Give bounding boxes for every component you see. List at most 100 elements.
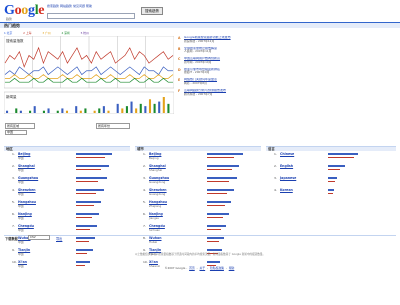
- news-volume-bar: [207, 168, 233, 171]
- rank-number: 3.: [274, 176, 277, 180]
- rank-name[interactable]: Japanese: [280, 176, 296, 180]
- news-volume-bar: [76, 216, 93, 219]
- rank-name[interactable]: Korean: [280, 188, 293, 192]
- column-header-languages: 语言: [266, 146, 396, 151]
- news-volume-bar: [139, 103, 142, 113]
- rank-name[interactable]: Chinese: [280, 152, 294, 156]
- rank-number: 2.: [274, 164, 277, 168]
- search-volume-bar: [207, 177, 237, 179]
- google-logo[interactable]: Google: [4, 4, 45, 18]
- news-item[interactable]: E 网络热门关键词年度盘点 网易 - 2007年8月: [178, 78, 318, 85]
- news-volume-bar: [76, 240, 89, 243]
- subregion-select[interactable]: 中国: [5, 130, 27, 135]
- export-format-select[interactable]: CSV: [28, 235, 50, 240]
- news-volume-bar: [107, 110, 110, 113]
- news-volume-bar: [130, 101, 133, 113]
- rank-row[interactable]: 2. English: [266, 164, 396, 176]
- time-range-select[interactable]: 所有年份: [96, 123, 130, 129]
- news-volume-bar: [207, 192, 227, 195]
- search-button[interactable]: 搜索趋势: [141, 7, 163, 15]
- news-volume-bar: [121, 108, 124, 113]
- header-link[interactable]: 常见问题: [73, 4, 85, 8]
- news-volume-bar: [76, 228, 91, 231]
- rank-row[interactable]: 4. Korean: [266, 188, 396, 200]
- news-item[interactable]: B 全球搜索量统计报告解读 人民网 - 2007年11月: [178, 47, 318, 54]
- export-link[interactable]: 导出: [56, 236, 62, 241]
- rank-sub: Sichuan: [149, 228, 161, 232]
- news-source: 新浪科技 - 2007年12月: [184, 38, 215, 43]
- languages-list: 1. Chinese 2. English 3. Japanese 4. Korean: [266, 152, 396, 200]
- search-volume-bar: [207, 201, 232, 203]
- rank-row[interactable]: 1. Beijing Beijing: [135, 152, 261, 164]
- rank-row[interactable]: 8. Wuhan Hubei: [135, 236, 261, 248]
- rank-name[interactable]: English: [280, 164, 293, 168]
- news-volume-bar: [162, 97, 165, 113]
- rank-number: 6.: [12, 212, 15, 216]
- news-volume-bar: [135, 108, 138, 113]
- page-title: 热门趋势: [4, 23, 20, 28]
- rank-row[interactable]: 3. Guangzhou 中国: [4, 176, 130, 188]
- rank-number: 7.: [143, 224, 146, 228]
- rank-row[interactable]: 5. Hangzhou 中国: [4, 200, 130, 212]
- search-volume-bar: [76, 261, 91, 263]
- region-select[interactable]: 所有区域: [5, 123, 35, 129]
- header-link[interactable]: 帮助: [86, 4, 92, 8]
- news-volume-bar: [207, 216, 223, 219]
- logo-subtitle: 趋势: [6, 17, 13, 21]
- header-link[interactable]: 搜索趋势: [47, 4, 59, 8]
- rank-row[interactable]: 8. Wuhan 中国: [4, 236, 130, 248]
- search-input[interactable]: [47, 13, 135, 19]
- news-item[interactable]: A Google新版搜索趋势功能上线发布 新浪科技 - 2007年12月: [178, 36, 318, 43]
- header-link[interactable]: 网站趋势: [60, 4, 72, 8]
- news-volume-bar: [75, 106, 78, 113]
- legend-item[interactable]: 3 广州: [42, 31, 50, 35]
- search-volume-bar: [207, 165, 240, 167]
- footer-link[interactable]: 首页: [189, 266, 195, 270]
- rank-row[interactable]: 2. Shanghai Shanghai: [135, 164, 261, 176]
- rank-sub: 中国: [18, 240, 24, 244]
- news-item[interactable]: F 互联网趋势分析与预测报告发布 腾讯科技 - 2007年7月: [178, 89, 318, 96]
- news-volume-bar: [76, 156, 105, 159]
- rank-sub: Zhejiang: [149, 204, 162, 208]
- search-volume-bar: [76, 189, 105, 191]
- title-bar: 热门趋势: [0, 22, 400, 28]
- rank-row[interactable]: 6. Nanjing 中国: [4, 212, 130, 224]
- rank-row[interactable]: 1. Beijing 中国: [4, 152, 130, 164]
- rank-row[interactable]: 1. Chinese: [266, 152, 396, 164]
- rank-row[interactable]: 3. Guangzhou Guangdong: [135, 176, 261, 188]
- news-volume-bar: [328, 156, 354, 159]
- search-volume-bar: [328, 189, 334, 191]
- news-volume-bar: [328, 168, 340, 171]
- legend-item[interactable]: 5 杭州: [81, 31, 89, 35]
- news-volume-bar: [76, 192, 96, 195]
- news-source: 新华网 - 2007年10月: [184, 59, 212, 64]
- legend-item[interactable]: 4 深圳: [61, 31, 69, 35]
- rank-sub: Shanghai: [149, 168, 163, 172]
- rank-row[interactable]: 4. Shenzhen Guangdong: [135, 188, 261, 200]
- rank-row[interactable]: 4. Shenzhen 中国: [4, 188, 130, 200]
- rank-row[interactable]: 3. Japanese: [266, 176, 396, 188]
- footer-link[interactable]: 关于: [200, 266, 206, 270]
- news-item[interactable]: C 中国互联网用户数再创新高 新华网 - 2007年10月: [178, 57, 318, 64]
- rank-sub: 中国: [18, 204, 24, 208]
- rank-row[interactable]: 5. Hangzhou Zhejiang: [135, 200, 261, 212]
- legend-item[interactable]: 2 上海: [23, 31, 31, 35]
- rank-row[interactable]: 6. Nanjing Jiangsu: [135, 212, 261, 224]
- news-volume-bar: [33, 106, 36, 113]
- news-volume-bar: [61, 108, 64, 113]
- news-item[interactable]: D 搜索引擎市场份额最新排名 搜狐IT - 2007年9月: [178, 68, 318, 75]
- rank-row[interactable]: 2. Shanghai 中国: [4, 164, 130, 176]
- column-header-cities: 城市: [135, 146, 261, 151]
- search-volume-bar: [328, 153, 358, 155]
- news-volume-bar: [148, 99, 152, 113]
- news-chart-frame: [4, 91, 174, 114]
- news-source: 搜狐IT - 2007年9月: [184, 70, 210, 75]
- footer-link[interactable]: 隐私权政策: [210, 266, 224, 270]
- panel-label: 新闻量: [6, 94, 17, 99]
- search-volume-bar: [207, 237, 225, 239]
- footer-link[interactable]: 帮助: [229, 266, 235, 270]
- rank-sub: 中国: [18, 216, 24, 220]
- rank-number: 6.: [143, 212, 146, 216]
- legend-item[interactable]: 1 北京: [4, 31, 12, 35]
- news-marker: A: [178, 36, 181, 40]
